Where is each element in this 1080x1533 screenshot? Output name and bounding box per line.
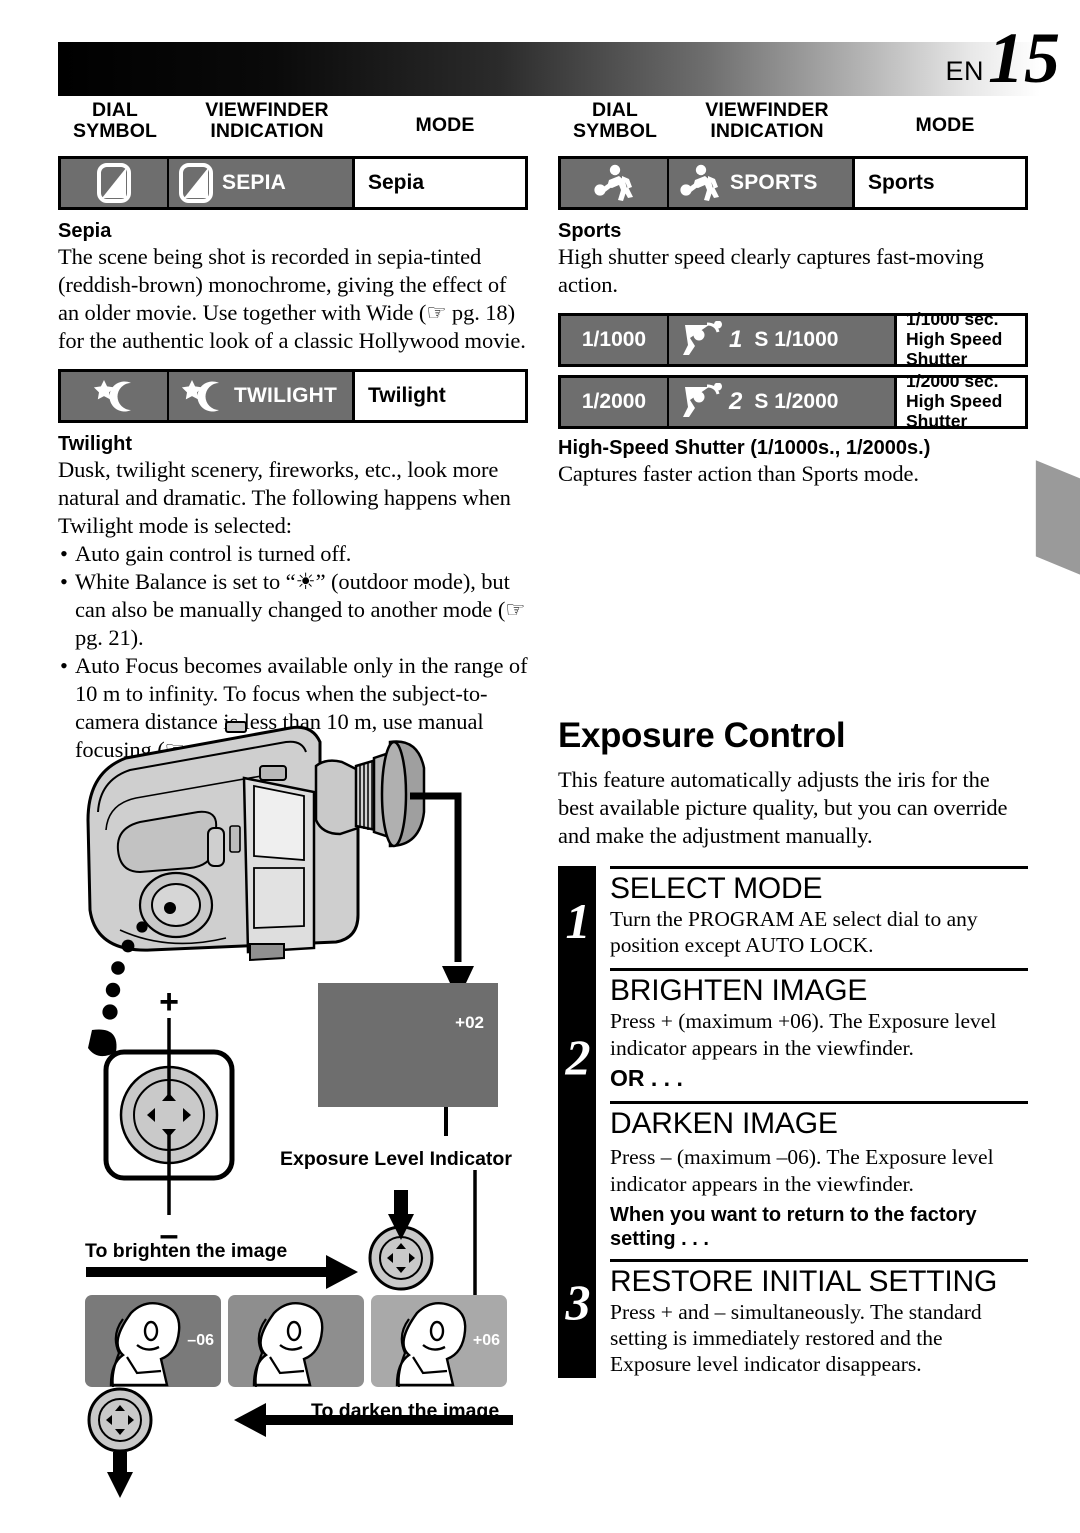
mode-name: Twilight <box>355 372 525 420</box>
thumbnail-standard <box>228 1295 364 1387</box>
left-column: DIAL SYMBOL VIEWFINDER INDICATION MODE S… <box>58 99 528 764</box>
dial-symbol-cell <box>61 159 169 207</box>
viewfinder-indication-cell: TWILIGHT <box>169 372 355 420</box>
dial-symbol-cell <box>561 159 669 207</box>
list-item: White Balance is set to “☀” (outdoor mod… <box>58 568 528 652</box>
shutter-number: 1 <box>729 326 743 353</box>
viewfinder-indication-cell: 1 S 1/1000 <box>669 316 897 364</box>
step-text: Turn the PROGRAM AE select dial to any p… <box>610 906 978 958</box>
section-tab-marker <box>1035 460 1080 575</box>
header-viewfinder-indication: VIEWFINDER INDICATION <box>705 99 829 143</box>
mode-line-2: High Speed Shutter <box>906 329 1003 369</box>
table-row-twilight: TWILIGHT Twilight <box>58 369 528 423</box>
step-text-darken: Press – (maximum –06). The Exposure leve… <box>610 1145 994 1196</box>
twilight-section-title: Twilight <box>58 433 133 455</box>
golf-swing-icon <box>683 321 722 355</box>
level-value: –06 <box>187 1332 214 1349</box>
golf-swing-icon <box>683 383 722 417</box>
shutter-code: S 1/2000 <box>754 390 839 413</box>
sports-section-body: High shutter speed clearly captures fast… <box>558 244 984 297</box>
header-viewfinder-indication: VIEWFINDER INDICATION <box>205 99 329 143</box>
twilight-icon <box>181 380 219 412</box>
mode-name: Sports <box>855 159 1025 207</box>
sepia-icon <box>97 163 131 203</box>
dial-symbol-cell: 1/1000 <box>561 316 669 364</box>
darken-label: To darken the image <box>311 1400 500 1422</box>
viewfinder-indication-cell: 2 S 1/2000 <box>669 378 897 426</box>
viewfinder-label: SEPIA <box>222 171 287 194</box>
left-table-header: DIAL SYMBOL VIEWFINDER INDICATION MODE <box>58 99 528 156</box>
right-column: DIAL SYMBOL VIEWFINDER INDICATION MODE S… <box>558 99 1028 1378</box>
right-table-header: DIAL SYMBOL VIEWFINDER INDICATION MODE <box>558 99 1028 156</box>
step-title: RESTORE INITIAL SETTING <box>610 1265 998 1298</box>
brighten-label: To brighten the image <box>85 1240 288 1262</box>
step-number: 2 <box>565 1029 591 1085</box>
level-value: +06 <box>472 1332 500 1349</box>
page-title: Exposure Control <box>558 716 846 755</box>
viewfinder-label: TWILIGHT <box>234 384 338 407</box>
table-row-shutter-2000: 1/2000 2 S 1/2000 1/2000 sec. High Speed… <box>558 371 1028 431</box>
exposure-intro: This feature automatically adjusts the i… <box>558 767 1008 848</box>
step-bodies: SELECT MODE Turn the PROGRAM AE select d… <box>610 866 1028 1378</box>
exposure-control-section: Exposure Control This feature automatica… <box>558 716 1028 1378</box>
control-dial-diagram: + – <box>103 983 235 1254</box>
twilight-section-body: Dusk, twilight scenery, fireworks, etc.,… <box>58 457 511 538</box>
sports-icon <box>680 164 719 201</box>
header-banner <box>58 42 1040 96</box>
sepia-section-body: The scene being shot is recorded in sepi… <box>58 244 526 353</box>
step-title: BRIGHTEN IMAGE <box>610 974 868 1008</box>
step-title-darken: DARKEN IMAGE <box>610 1106 838 1140</box>
thumbnail-minus-06: –06 <box>85 1295 221 1387</box>
table-row-sports: SPORTS Sports <box>558 156 1028 210</box>
viewfinder-label: SPORTS <box>730 171 818 194</box>
plus-symbol: + <box>159 983 179 1021</box>
factory-setting-note: When you want to return to the factory s… <box>610 1204 977 1250</box>
shutter-number: 2 <box>729 388 743 415</box>
thumbnail-plus-06: +06 <box>371 1295 507 1387</box>
sepia-icon <box>179 163 213 203</box>
sports-icon <box>594 164 633 201</box>
step-text: Press + (maximum +06). The Exposure leve… <box>610 1009 997 1060</box>
mode-name: Sepia <box>355 159 525 207</box>
sepia-section-title: Sepia <box>58 220 112 242</box>
mode-name: 1/1000 sec. High Speed Shutter <box>897 309 1025 369</box>
manual-page: EN 15 DIAL SYMBOL VIEWFINDER INDICATION … <box>0 0 1080 1533</box>
step-list: 1 2 3 SELECT MODE Turn the PROGRAM AE se… <box>558 866 1028 1378</box>
viewfinder-indication-cell: SEPIA <box>169 159 355 207</box>
twilight-icon <box>93 380 131 412</box>
mode-name: 1/2000 sec. High Speed Shutter <box>897 371 1025 431</box>
shutter-code: S 1/1000 <box>754 328 839 351</box>
high-speed-section-title: High-Speed Shutter (1/1000s., 1/2000s.) <box>558 437 931 459</box>
table-row-sepia: SEPIA Sepia <box>58 156 528 210</box>
sports-section-title: Sports <box>558 220 622 242</box>
header-dial-symbol: DIAL SYMBOL <box>72 99 158 143</box>
header-dial-symbol: DIAL SYMBOL <box>572 99 658 143</box>
exposure-level-value: +02 <box>455 1013 484 1032</box>
language-code: EN <box>945 56 984 86</box>
mode-line-2: High Speed Shutter <box>906 391 1003 431</box>
person-drawing <box>252 1302 324 1387</box>
step-title: SELECT MODE <box>610 872 823 905</box>
table-row-shutter-1000: 1/1000 1 S 1/1000 1/1000 sec. High Speed… <box>558 309 1028 369</box>
dial-press-plus <box>368 1190 434 1291</box>
header-mode: MODE <box>915 114 975 136</box>
exposure-level-indicator-label: Exposure Level Indicator <box>280 1148 512 1170</box>
exposure-examples: –06 +06 <box>85 1295 507 1387</box>
mode-line-1: 1/1000 sec. <box>906 309 999 330</box>
header-mode: MODE <box>415 114 475 136</box>
dial-symbol-cell <box>61 372 169 420</box>
step-number: 3 <box>565 1274 591 1330</box>
list-item: Auto gain control is turned off. <box>58 540 528 568</box>
dial-press-minus <box>87 1387 153 1498</box>
step-number: 1 <box>565 893 591 949</box>
step-or-label: OR . . . <box>610 1064 683 1091</box>
viewfinder-preview: +02 <box>318 983 498 1107</box>
step-text: Press + and – simultaneously. The standa… <box>610 1299 982 1377</box>
dial-symbol-cell: 1/2000 <box>561 378 669 426</box>
high-speed-section-body: Captures faster action than Sports mode. <box>558 461 919 486</box>
mode-line-1: 1/2000 sec. <box>906 371 999 392</box>
viewfinder-indication-cell: SPORTS <box>669 159 855 207</box>
page-number: 15 <box>988 18 1060 98</box>
